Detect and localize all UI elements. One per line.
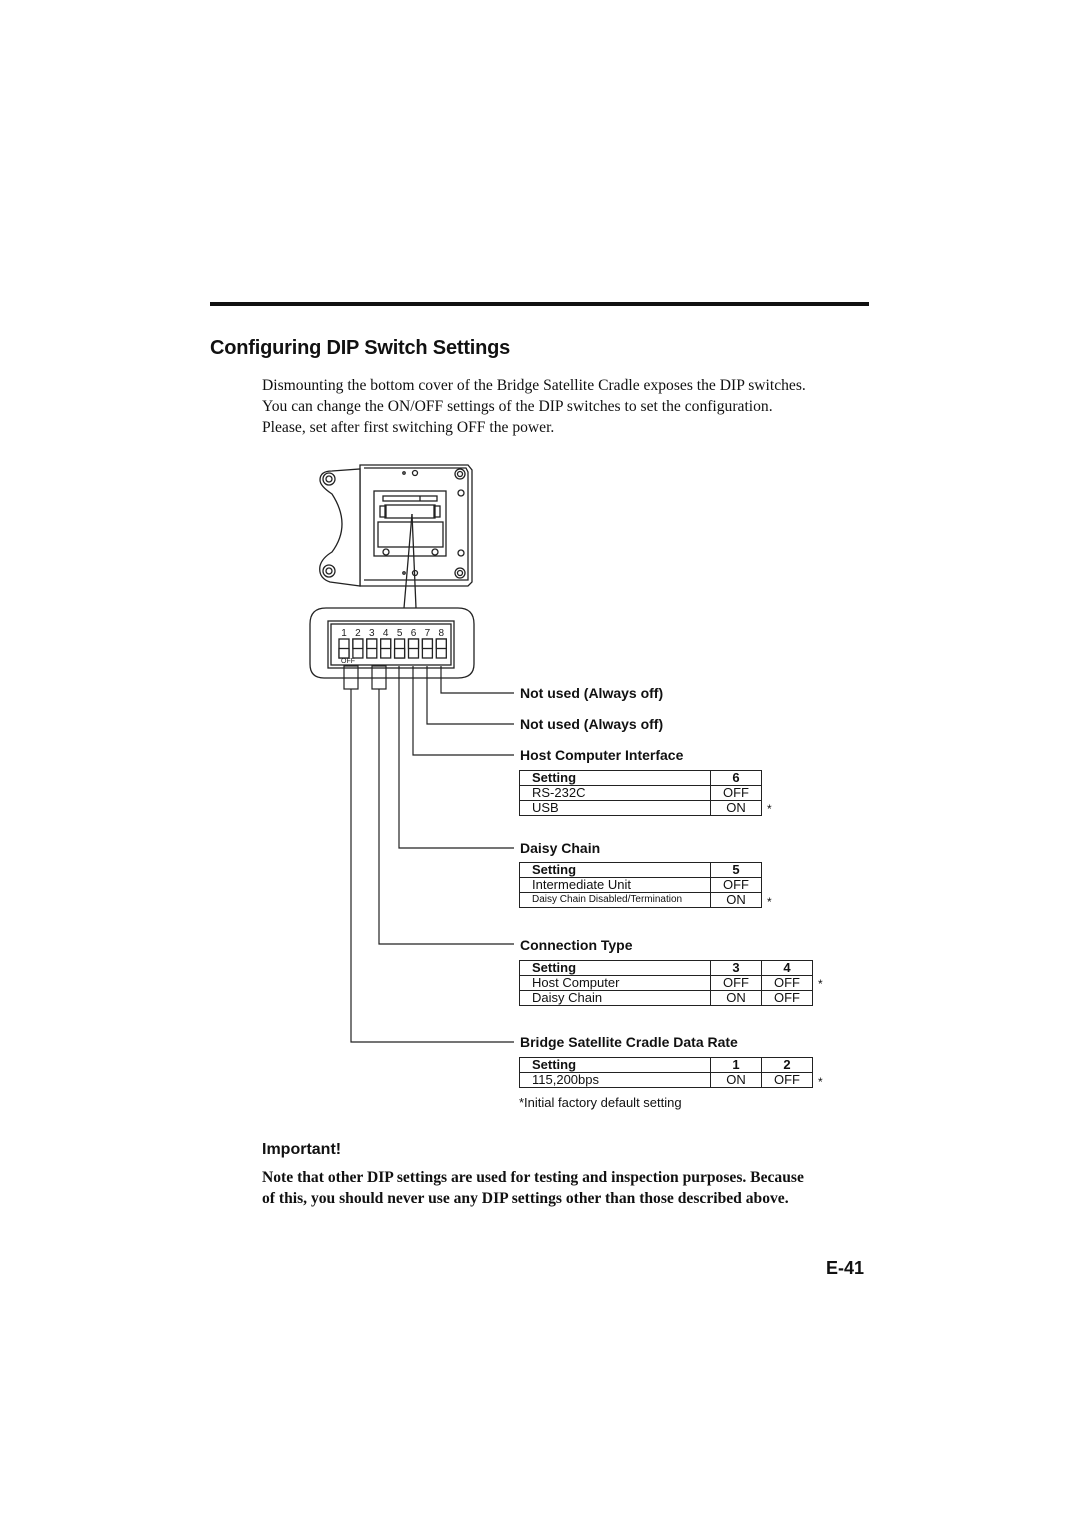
note-line: Note that other DIP settings are used fo… xyxy=(262,1169,804,1186)
page-number: E-41 xyxy=(826,1258,865,1278)
value-cell: OFF xyxy=(710,785,762,801)
default-marker: * xyxy=(818,1075,823,1089)
value-cell: OFF xyxy=(761,1072,813,1088)
important-note: Note that other DIP settings are used fo… xyxy=(262,1167,882,1209)
value-cell: OFF xyxy=(710,975,762,991)
setting-cell: 115,200bps xyxy=(519,1072,711,1088)
table-header-row: Setting 6 xyxy=(519,770,762,786)
switch-knob xyxy=(435,638,447,650)
default-marker: * xyxy=(767,802,772,816)
connection-type-label: Connection Type xyxy=(520,937,633,953)
value-cell: OFF xyxy=(761,975,813,991)
value-cell: ON xyxy=(710,800,762,816)
leader-host-interface xyxy=(412,666,514,756)
dip-switch[interactable] xyxy=(380,638,392,659)
switch-number: 8 xyxy=(439,628,445,639)
header-cell: 6 xyxy=(710,770,762,786)
setting-cell: RS-232C xyxy=(519,785,711,801)
table-row: 115,200bps ON OFF xyxy=(519,1072,813,1088)
value-cell: OFF xyxy=(710,877,762,893)
host-interface-label: Host Computer Interface xyxy=(520,747,684,763)
switch7-label: Not used (Always off) xyxy=(520,716,664,732)
dip-switch[interactable] xyxy=(352,638,364,659)
connection-type-table: Setting 3 4 Host Computer OFF OFF Daisy … xyxy=(519,960,813,1006)
important-heading: Important! xyxy=(262,1141,342,1158)
switch-number: 3 xyxy=(369,628,375,639)
switch-number: 4 xyxy=(383,628,389,639)
switch-knob xyxy=(352,638,364,650)
data-rate-table: Setting 1 2 115,200bps ON OFF xyxy=(519,1057,813,1088)
switch-knob xyxy=(338,647,350,659)
header-cell: Setting xyxy=(519,1057,711,1073)
value-cell: ON xyxy=(710,1072,762,1088)
leader-data-rate xyxy=(350,689,514,1043)
note-line: of this, you should never use any DIP se… xyxy=(262,1190,789,1207)
switch-number: 7 xyxy=(425,628,431,639)
table-row: USB ON xyxy=(519,800,762,816)
leader-lines xyxy=(343,665,514,1043)
value-cell: ON xyxy=(710,990,762,1006)
off-label: OFF xyxy=(341,658,355,665)
header-cell: 3 xyxy=(710,960,762,976)
dip-switch[interactable] xyxy=(338,638,350,659)
table-header-row: Setting 5 xyxy=(519,862,762,878)
switch8-label: Not used (Always off) xyxy=(520,685,664,701)
switch-knob xyxy=(407,638,420,650)
header-cell: 2 xyxy=(761,1057,813,1073)
dip-switch[interactable] xyxy=(366,638,378,659)
switch-number: 2 xyxy=(355,628,361,639)
setting-cell: Intermediate Unit xyxy=(519,877,711,893)
daisy-chain-label: Daisy Chain xyxy=(520,840,601,856)
table-row: Daisy Chain ON OFF xyxy=(519,990,813,1006)
dip-switch[interactable] xyxy=(421,638,434,659)
switch-knob xyxy=(393,647,406,659)
dip-switch[interactable] xyxy=(435,638,447,659)
switch-knob xyxy=(421,638,434,650)
switch-knob xyxy=(366,638,378,650)
table-row: Daisy Chain Disabled/Termination ON xyxy=(519,892,762,908)
setting-cell: USB xyxy=(519,800,711,816)
table-row: Host Computer OFF OFF xyxy=(519,975,813,991)
cradle-bottom-illustration xyxy=(319,464,473,609)
dip-switch-diagram: 12345678 OFF xyxy=(309,464,514,1043)
daisy-chain-table: Setting 5 Intermediate Unit OFF Daisy Ch… xyxy=(519,862,762,908)
default-marker: * xyxy=(818,977,823,991)
table-row: RS-232C OFF xyxy=(519,785,762,801)
header-cell: Setting xyxy=(519,862,711,878)
table-row: Intermediate Unit OFF xyxy=(519,877,762,893)
header-cell: 1 xyxy=(710,1057,762,1073)
setting-cell: Host Computer xyxy=(519,975,711,991)
host-interface-table: Setting 6 RS-232C OFF USB ON xyxy=(519,770,762,816)
footnote: *Initial factory default setting xyxy=(519,1095,682,1110)
default-marker: * xyxy=(767,895,772,909)
switch-number: 6 xyxy=(411,628,417,639)
dip-switch-block xyxy=(309,607,475,679)
value-cell: ON xyxy=(710,892,762,908)
switch-number: 5 xyxy=(397,628,403,639)
header-cell: Setting xyxy=(519,960,711,976)
header-cell: 5 xyxy=(710,862,762,878)
data-rate-label: Bridge Satellite Cradle Data Rate xyxy=(520,1034,738,1050)
setting-cell: Daisy Chain xyxy=(519,990,711,1006)
switch-number: 1 xyxy=(341,628,347,639)
dip-switch[interactable] xyxy=(407,638,420,659)
header-cell: 4 xyxy=(761,960,813,976)
value-cell: OFF xyxy=(761,990,813,1006)
table-header-row: Setting 1 2 xyxy=(519,1057,813,1073)
switch-knob xyxy=(380,638,392,650)
setting-cell: Daisy Chain Disabled/Termination xyxy=(519,892,711,908)
header-cell: Setting xyxy=(519,770,711,786)
dip-switch[interactable] xyxy=(393,638,406,659)
table-header-row: Setting 3 4 xyxy=(519,960,813,976)
